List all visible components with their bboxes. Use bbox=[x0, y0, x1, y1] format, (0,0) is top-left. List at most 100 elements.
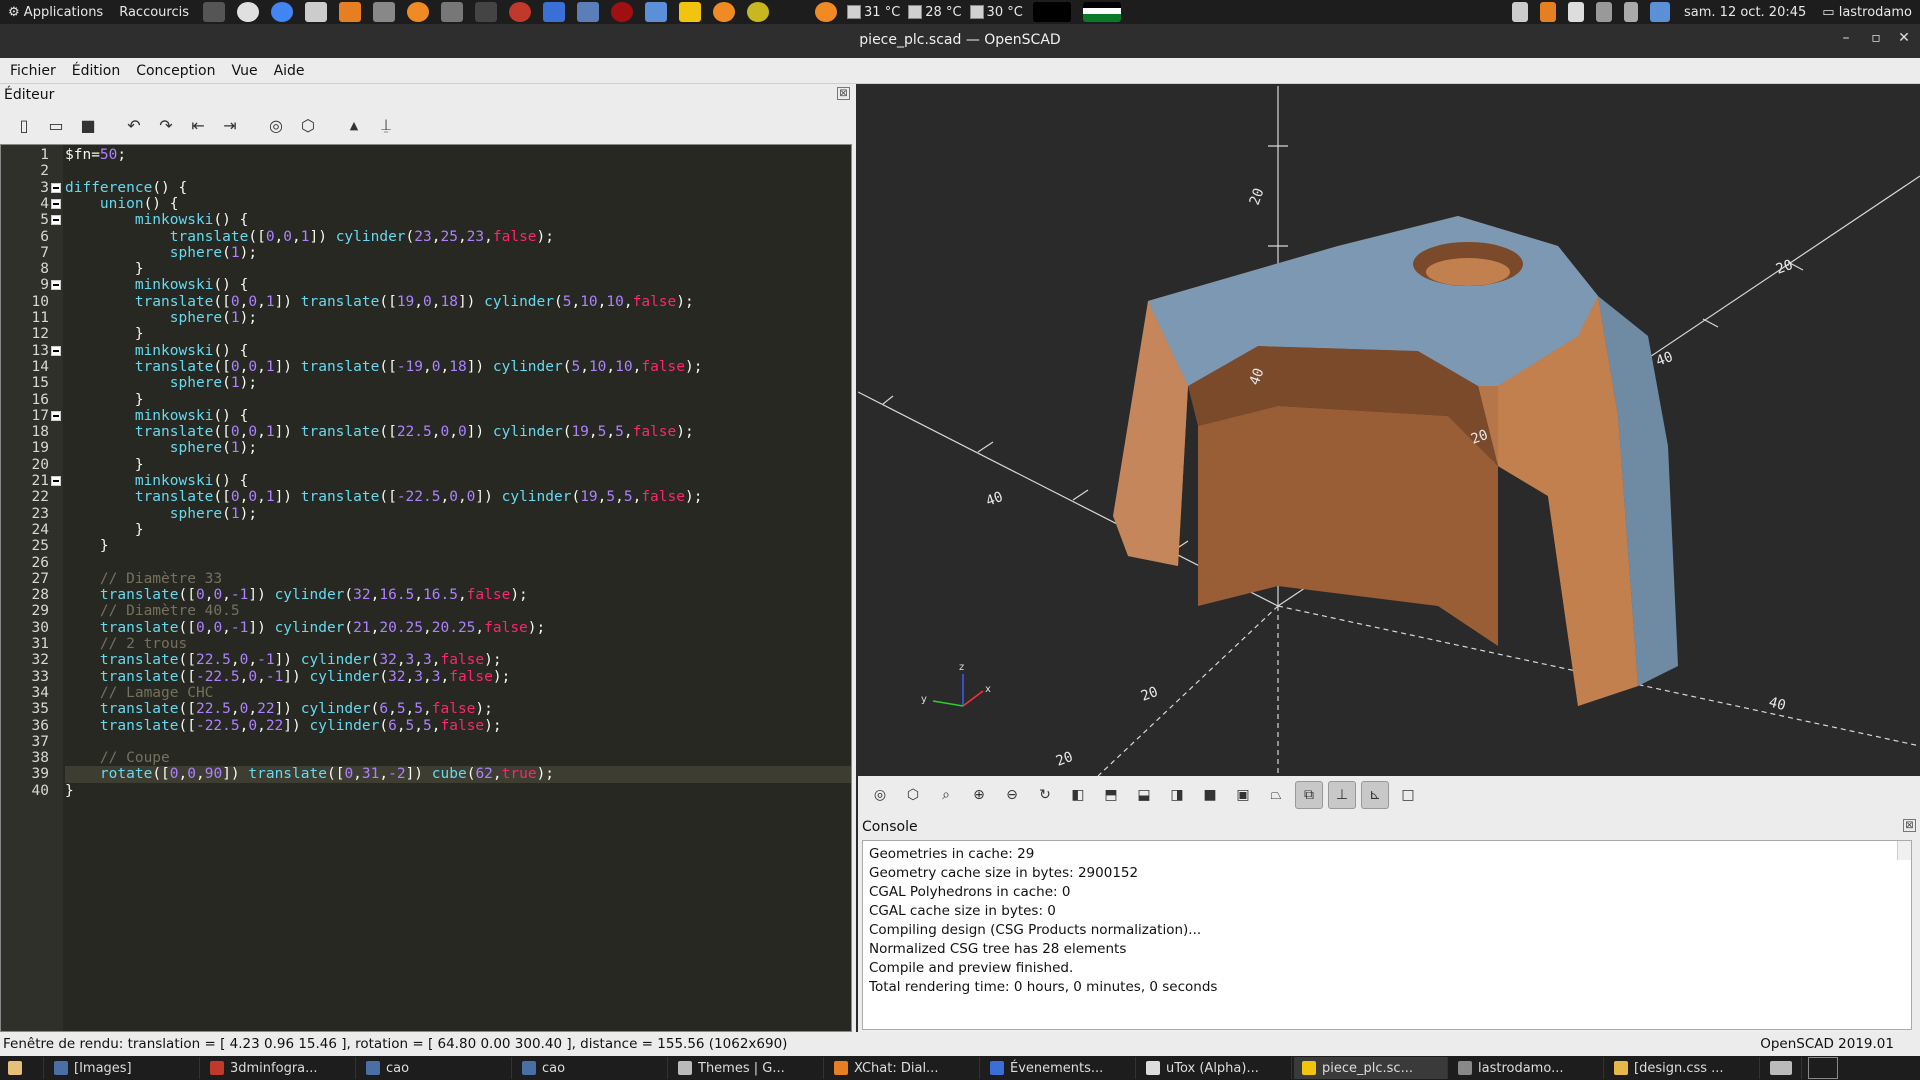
blender-icon-2[interactable] bbox=[713, 2, 736, 22]
code-line[interactable]: translate([0,0,1]) translate([22.5,0,0])… bbox=[65, 424, 851, 440]
editor-close-button[interactable]: ⊠ bbox=[837, 87, 850, 100]
view-left-icon[interactable]: ◨ bbox=[1163, 781, 1191, 809]
terminal-icon[interactable] bbox=[203, 2, 226, 22]
code-line[interactable]: minkowski() { bbox=[65, 212, 851, 228]
console-scrollbar[interactable] bbox=[1897, 841, 1911, 860]
orthogonal-icon[interactable]: ⧉ bbox=[1295, 781, 1323, 809]
applications-menu[interactable]: ⚙ Applications bbox=[0, 0, 111, 24]
view-front-icon[interactable]: ■ bbox=[1196, 781, 1224, 809]
taskbar-item[interactable]: 3dminfogra... bbox=[202, 1057, 356, 1079]
user-menu[interactable]: ▭ lastrodamo bbox=[1814, 0, 1920, 24]
taskbar-item[interactable]: Themes | G... bbox=[670, 1057, 824, 1079]
code-line[interactable]: // Coupe bbox=[65, 750, 851, 766]
view-right-icon[interactable]: ◧ bbox=[1064, 781, 1092, 809]
open-file-icon[interactable]: ▭ bbox=[42, 111, 70, 139]
code-line[interactable]: translate([0,0,1]) translate([19,0,18]) … bbox=[65, 294, 851, 310]
zoom-in-icon[interactable]: ⊕ bbox=[965, 781, 993, 809]
view-all-icon[interactable]: ⌕ bbox=[932, 781, 960, 809]
perspective-icon[interactable]: ⏢ bbox=[1262, 781, 1290, 809]
app-icon-red[interactable] bbox=[611, 2, 634, 22]
code-line[interactable]: translate([0,0,1]) translate([-19,0,18])… bbox=[65, 359, 851, 375]
app-icon-yellow[interactable] bbox=[679, 2, 702, 22]
chrome-icon[interactable] bbox=[271, 2, 294, 22]
code-line[interactable]: minkowski() { bbox=[65, 408, 851, 424]
tray-network-icon[interactable] bbox=[1596, 2, 1612, 22]
taskbar-item[interactable]: uTox (Alpha)... bbox=[1138, 1057, 1292, 1079]
clock[interactable]: sam. 12 oct. 20:45 bbox=[1676, 0, 1814, 24]
code-line[interactable] bbox=[65, 734, 851, 750]
taskbar-item[interactable]: lastrodamo... bbox=[1450, 1057, 1604, 1079]
code-line[interactable]: union() { bbox=[65, 196, 851, 212]
code-line[interactable]: sphere(1); bbox=[65, 440, 851, 456]
code-line[interactable]: } bbox=[65, 392, 851, 408]
info-icon[interactable] bbox=[373, 2, 396, 22]
code-line[interactable]: translate([22.5,0,-1]) cylinder(32,3,3,f… bbox=[65, 652, 851, 668]
show-desktop-button[interactable] bbox=[0, 1057, 44, 1079]
zoom-out-icon[interactable]: ⊖ bbox=[998, 781, 1026, 809]
view-bottom-icon[interactable]: ⬓ bbox=[1130, 781, 1158, 809]
code-line[interactable]: $fn=50; bbox=[65, 147, 851, 163]
reset-view-icon[interactable]: ↻ bbox=[1031, 781, 1059, 809]
tray-xchat-icon[interactable] bbox=[1540, 2, 1556, 22]
code-line[interactable]: translate([-22.5,0,-1]) cylinder(32,3,3,… bbox=[65, 669, 851, 685]
taskbar-item[interactable]: [design.css ... bbox=[1606, 1057, 1760, 1079]
fold-toggle-icon[interactable] bbox=[51, 476, 61, 486]
code-line[interactable]: minkowski() { bbox=[65, 277, 851, 293]
menu-edit[interactable]: Édition bbox=[64, 63, 128, 79]
darktable-icon[interactable] bbox=[509, 2, 532, 22]
taskbar-item[interactable]: [Images] bbox=[46, 1057, 200, 1079]
close-window-button[interactable]: ✕ bbox=[1894, 30, 1914, 50]
maximize-button[interactable]: ▫ bbox=[1866, 30, 1886, 50]
code-line[interactable]: } bbox=[65, 326, 851, 342]
fold-toggle-icon[interactable] bbox=[51, 345, 61, 356]
render-viewport[interactable]: 40 20 40 20 40 20 20 20 40 z x y bbox=[858, 86, 1920, 776]
redo-icon[interactable]: ↷ bbox=[152, 111, 180, 139]
code-editor[interactable]: 1 2 3 4 5 6 7 8 9 10 11 12 13 14 15 16 17 18 19 20 21 22 23 24 2… bbox=[0, 144, 852, 1032]
fold-toggle-icon[interactable] bbox=[51, 215, 61, 226]
view-back-icon[interactable]: ▣ bbox=[1229, 781, 1257, 809]
render-icon[interactable]: ⬡ bbox=[294, 111, 322, 139]
menu-help[interactable]: Aide bbox=[266, 63, 313, 79]
code-line[interactable]: } bbox=[65, 783, 851, 799]
app-icon-blue[interactable] bbox=[645, 2, 668, 22]
kdenlive-icon[interactable] bbox=[577, 2, 600, 22]
code-line[interactable]: } bbox=[65, 457, 851, 473]
tool-icon[interactable] bbox=[441, 2, 464, 22]
console-close-button[interactable]: ⊠ bbox=[1903, 819, 1916, 832]
code-line[interactable]: sphere(1); bbox=[65, 245, 851, 261]
code-line[interactable]: // Diamètre 33 bbox=[65, 571, 851, 587]
unindent-icon[interactable]: ⇤ bbox=[184, 111, 212, 139]
view-top-icon[interactable]: ⬒ bbox=[1097, 781, 1125, 809]
volume-icon[interactable] bbox=[1624, 2, 1638, 22]
console-output[interactable]: Geometries in cache: 29 Geometry cache s… bbox=[862, 840, 1912, 1030]
menu-view[interactable]: Vue bbox=[223, 63, 265, 79]
code-line[interactable]: translate([-22.5,0,22]) cylinder(6,5,5,f… bbox=[65, 718, 851, 734]
menu-file[interactable]: Fichier bbox=[2, 63, 64, 79]
code-line[interactable]: translate([0,0,1]) cylinder(23,25,23,fal… bbox=[65, 229, 851, 245]
blender-icon-3[interactable] bbox=[815, 2, 838, 22]
code-line[interactable]: difference() { bbox=[65, 180, 851, 196]
code-line[interactable] bbox=[65, 555, 851, 571]
show-axes-icon[interactable]: ⊥ bbox=[1328, 781, 1356, 809]
code-line[interactable]: } bbox=[65, 538, 851, 554]
render-icon[interactable]: ⬡ bbox=[899, 781, 927, 809]
tray-utox-icon[interactable] bbox=[1568, 2, 1584, 22]
code-line[interactable]: translate([0,0,1]) translate([-22.5,0,0]… bbox=[65, 489, 851, 505]
export-stl-icon[interactable]: ▲ bbox=[340, 111, 368, 139]
code-line[interactable]: translate([0,0,-1]) cylinder(21,20.25,20… bbox=[65, 620, 851, 636]
show-edges-icon[interactable]: □ bbox=[1394, 781, 1422, 809]
workspace-switcher[interactable] bbox=[1762, 1057, 1802, 1079]
preview-icon[interactable]: ◎ bbox=[262, 111, 290, 139]
shortcuts-menu[interactable]: Raccourcis bbox=[111, 0, 197, 24]
openscad-launcher-icon[interactable] bbox=[747, 2, 770, 22]
code-line[interactable]: // Diamètre 40.5 bbox=[65, 603, 851, 619]
fold-toggle-icon[interactable] bbox=[51, 280, 61, 291]
preview-icon[interactable]: ◎ bbox=[866, 781, 894, 809]
code-line[interactable]: // Lamage CHC bbox=[65, 685, 851, 701]
code-line[interactable] bbox=[65, 163, 851, 179]
code-line[interactable]: } bbox=[65, 261, 851, 277]
fold-toggle-icon[interactable] bbox=[51, 410, 61, 421]
menu-design[interactable]: Conception bbox=[128, 63, 223, 79]
indent-icon[interactable]: ⇥ bbox=[216, 111, 244, 139]
browser-icon[interactable] bbox=[237, 2, 260, 22]
